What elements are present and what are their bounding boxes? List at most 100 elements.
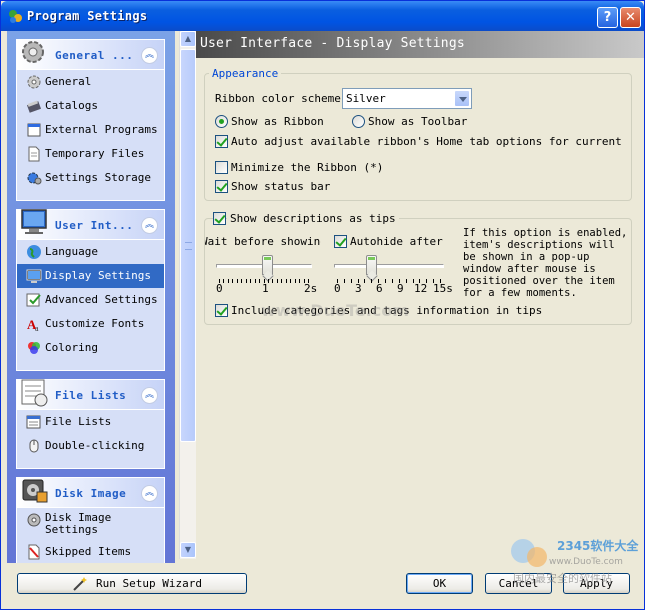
collapse-icon[interactable]: ︽ xyxy=(141,387,158,404)
panel-header: User Interface - Display Settings xyxy=(196,31,644,58)
sidebar-item-language[interactable]: Language xyxy=(17,240,164,264)
minimize-ribbon-checkbox[interactable] xyxy=(215,161,228,174)
auto-adjust-label[interactable]: Auto adjust available ribbon's Home tab … xyxy=(231,135,627,148)
wait-label-clip: Wait before showing xyxy=(205,235,321,249)
show-as-ribbon-radio[interactable] xyxy=(215,115,228,128)
minimize-ribbon-label[interactable]: Minimize the Ribbon (*) xyxy=(231,161,383,174)
sidebar-item-catalogs[interactable]: Catalogs xyxy=(17,94,164,118)
list-icon xyxy=(26,415,41,429)
slider-tick xyxy=(344,279,345,283)
gear-small-icon xyxy=(27,75,41,89)
slider-tick xyxy=(232,279,233,283)
scroll-up-icon[interactable]: ▲ xyxy=(180,31,196,47)
wait-before-showing-label: Wait before showing xyxy=(205,235,321,248)
slider-tick xyxy=(223,279,224,283)
scroll-thumb[interactable] xyxy=(180,49,196,442)
sidebar-item-disk-image-settings[interactable]: Disk Image Settings xyxy=(17,508,164,540)
slider-tick xyxy=(295,279,296,283)
sidebar-scrollbar[interactable]: ▲ ▼ xyxy=(179,31,196,559)
show-status-bar-label[interactable]: Show status bar xyxy=(231,180,330,193)
group-title: Disk Image xyxy=(55,487,127,500)
sidebar-item-file-lists[interactable]: File Lists xyxy=(17,410,164,434)
show-descriptions-label[interactable]: Show descriptions as tips xyxy=(227,212,399,225)
ribbon-scheme-label: Ribbon color scheme: xyxy=(215,92,348,105)
autohide-slider-track[interactable] xyxy=(334,264,444,268)
close-button[interactable]: ✕ xyxy=(620,7,641,28)
sidebar-item-label: Catalogs xyxy=(45,99,98,112)
appearance-legend: Appearance xyxy=(209,67,282,80)
slider-tick xyxy=(299,279,300,283)
autohide-checkbox[interactable] xyxy=(334,235,347,248)
svg-text:www.DuoTe.com: www.DuoTe.com xyxy=(549,557,623,567)
include-categories-checkbox[interactable] xyxy=(215,304,228,317)
chevron-down-icon[interactable] xyxy=(454,90,470,107)
slider-tick xyxy=(241,279,242,283)
sidebar-item-label: File Lists xyxy=(45,415,112,428)
sidebar-item-label: Language xyxy=(45,245,98,258)
magic-wand-icon xyxy=(73,577,87,591)
sidebar-item-coloring[interactable]: Coloring xyxy=(17,336,164,360)
sidebar-item-label: Temporary Files xyxy=(45,147,145,160)
wait-tick-label: 1 xyxy=(262,282,269,295)
wait-slider-thumb[interactable] xyxy=(262,255,273,275)
group-header-user-interface[interactable]: User Int... ︽ xyxy=(17,209,164,240)
sidebar-item-skipped-items[interactable]: Skipped Items xyxy=(17,540,164,563)
window-title: Program Settings xyxy=(27,9,148,23)
sidebar-item-double-clicking[interactable]: Double-clicking xyxy=(17,434,164,458)
collapse-icon[interactable]: ︽ xyxy=(141,217,158,234)
display-icon xyxy=(26,269,42,283)
sidebar-item-advanced-settings[interactable]: Advanced Settings xyxy=(17,288,164,312)
monitor-icon xyxy=(21,209,47,234)
show-as-toolbar-label[interactable]: Show as Toolbar xyxy=(368,115,467,128)
sidebar-item-external-programs[interactable]: External Programs xyxy=(17,118,164,142)
scroll-down-icon[interactable]: ▼ xyxy=(180,542,196,558)
skip-icon xyxy=(28,544,40,560)
run-setup-wizard-button[interactable]: Run Setup Wizard xyxy=(17,573,247,594)
autohide-after-label[interactable]: Autohide after xyxy=(350,235,443,248)
sidebar: General ... ︽ General Catalogs External … xyxy=(7,31,175,563)
show-as-toolbar-radio[interactable] xyxy=(352,115,365,128)
wait-tick-label: 0 xyxy=(216,282,223,295)
color-palette-icon xyxy=(28,342,40,354)
autohide-tick-label: 3 xyxy=(355,282,362,295)
sidebar-item-display-settings[interactable]: Display Settings xyxy=(17,264,164,288)
collapse-icon[interactable]: ︽ xyxy=(141,485,158,502)
mouse-icon xyxy=(29,439,39,453)
disk-icon xyxy=(27,513,41,527)
sidebar-item-label: External Programs xyxy=(45,123,158,136)
group-title: General ... xyxy=(55,49,134,62)
tips-description: If this option is enabled, item's descri… xyxy=(463,227,628,299)
show-as-ribbon-label[interactable]: Show as Ribbon xyxy=(231,115,324,128)
collapse-icon[interactable]: ︽ xyxy=(141,47,158,64)
title-bar[interactable]: Program Settings ? ✕ xyxy=(1,1,644,31)
advanced-settings-icon xyxy=(26,293,41,307)
ok-button[interactable]: OK xyxy=(406,573,473,594)
group-header-disk-image[interactable]: Disk Image ︽ xyxy=(17,478,164,508)
autohide-slider-thumb[interactable] xyxy=(366,255,377,275)
show-descriptions-checkbox[interactable] xyxy=(213,212,226,225)
group-header-general[interactable]: General ... ︽ xyxy=(17,40,164,70)
autohide-tick-label: 0 xyxy=(334,282,341,295)
ribbon-scheme-select[interactable]: Silver xyxy=(342,88,472,109)
wait-tick-label: 2s xyxy=(304,282,318,295)
auto-adjust-checkbox[interactable] xyxy=(215,135,228,148)
show-status-bar-checkbox[interactable] xyxy=(215,180,228,193)
sidebar-item-customize-fonts[interactable]: Aa Customize Fonts xyxy=(17,312,164,336)
group-header-file-lists[interactable]: File Lists ︽ xyxy=(17,379,164,410)
app-icon xyxy=(9,10,22,23)
slider-tick xyxy=(272,279,273,283)
sidebar-item-settings-storage[interactable]: Settings Storage xyxy=(17,166,164,190)
gear-icon xyxy=(22,41,44,63)
sidebar-item-label: Customize Fonts xyxy=(45,317,145,330)
sidebar-item-label: Settings Storage xyxy=(45,171,151,184)
storage-gear-icon xyxy=(27,172,42,185)
sidebar-item-temporary-files[interactable]: Temporary Files xyxy=(17,142,164,166)
svg-text:国内最安全的软件站: 国内最安全的软件站 xyxy=(513,571,612,585)
sidebar-item-label: Double-clicking xyxy=(45,439,145,452)
program-settings-window: Program Settings ? ✕ General ... ︽ Gener… xyxy=(0,0,645,610)
autohide-tick-label: 6 xyxy=(376,282,383,295)
sidebar-item-label: Disk Image Settings xyxy=(45,511,112,536)
panel-title: User Interface - Display Settings xyxy=(200,36,465,51)
sidebar-item-general[interactable]: General xyxy=(17,70,164,94)
help-button[interactable]: ? xyxy=(597,7,618,28)
